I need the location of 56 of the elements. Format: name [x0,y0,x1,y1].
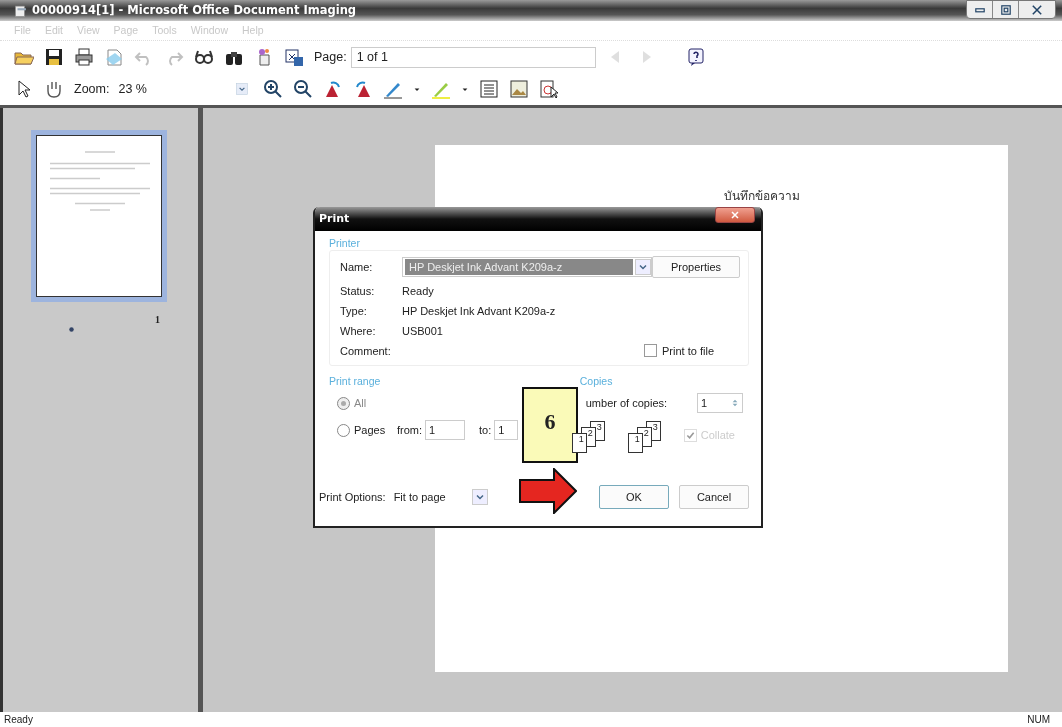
hand-icon[interactable] [44,79,64,99]
close-icon [730,210,740,220]
field-value: USB001 [402,323,443,339]
group-label: Printer [329,236,361,251]
spinner-arrows-icon [731,397,739,409]
group-label: Print range [329,373,382,389]
field-label: Status: [340,283,376,299]
close-icon [1031,3,1043,16]
dot-icon [69,327,74,332]
field-value: HP Deskjet Ink Advant K209a-z [402,303,556,319]
window-title: 00000914[1] - Microsoft Office Document Imaging [32,1,357,19]
from-field[interactable]: 1 [425,420,466,440]
print-to-file-checkbox[interactable]: Print to file [644,342,714,359]
group-label: Copies [579,373,614,389]
select-image-icon[interactable] [539,79,560,99]
zoom-label: Zoom: [74,80,110,98]
restore-icon [999,3,1012,16]
dropdown-icon [236,82,249,96]
step-number-callout: 6 [522,387,578,463]
close-button[interactable] [715,207,755,223]
page-number-field[interactable]: 1 of 1 [350,46,596,68]
field-label: Comment: [340,343,392,359]
zoom-out-icon[interactable] [293,79,314,99]
status-text: Ready [4,713,33,727]
radio-option[interactable]: Pages [337,421,397,439]
page-thumbnail[interactable] [31,130,167,302]
text-box-icon[interactable] [479,79,500,99]
field-value: Ready [402,283,434,299]
help-icon[interactable] [685,47,706,67]
document-heading: บันทึกข้อความ [723,189,800,203]
field-label: from: [397,422,423,438]
page-label: Page: [314,48,347,66]
to-field[interactable]: 1 [494,420,519,440]
field-label: Name: [340,259,374,275]
field-label: Where: [340,323,377,339]
zoom-in-icon[interactable] [263,79,284,99]
save-icon[interactable] [44,47,64,67]
properties-button[interactable]: Properties [652,255,740,278]
page-number: 1 [155,313,161,327]
picture-icon[interactable] [509,79,530,99]
num-lock-indicator: NUM [1027,713,1050,727]
field-label: to: [479,422,492,438]
pointing-arrow-icon [519,468,577,514]
field-label: umber of copies: [585,395,668,411]
dialog-title: Print [319,210,350,227]
app-icon [14,3,28,18]
printer-icon[interactable] [74,47,94,67]
copies-spinner[interactable]: 1 [697,393,743,413]
field-label: Print Options: [319,489,386,505]
send-to-word-icon[interactable] [284,47,304,67]
dialog-button[interactable]: OK [599,485,669,509]
print-options-dropdown[interactable]: Fit to page [393,488,488,506]
dialog-button[interactable]: Cancel [679,485,749,509]
dropdown-icon [474,492,485,502]
checkmark-icon [685,431,695,440]
field-label: Type: [340,303,368,319]
